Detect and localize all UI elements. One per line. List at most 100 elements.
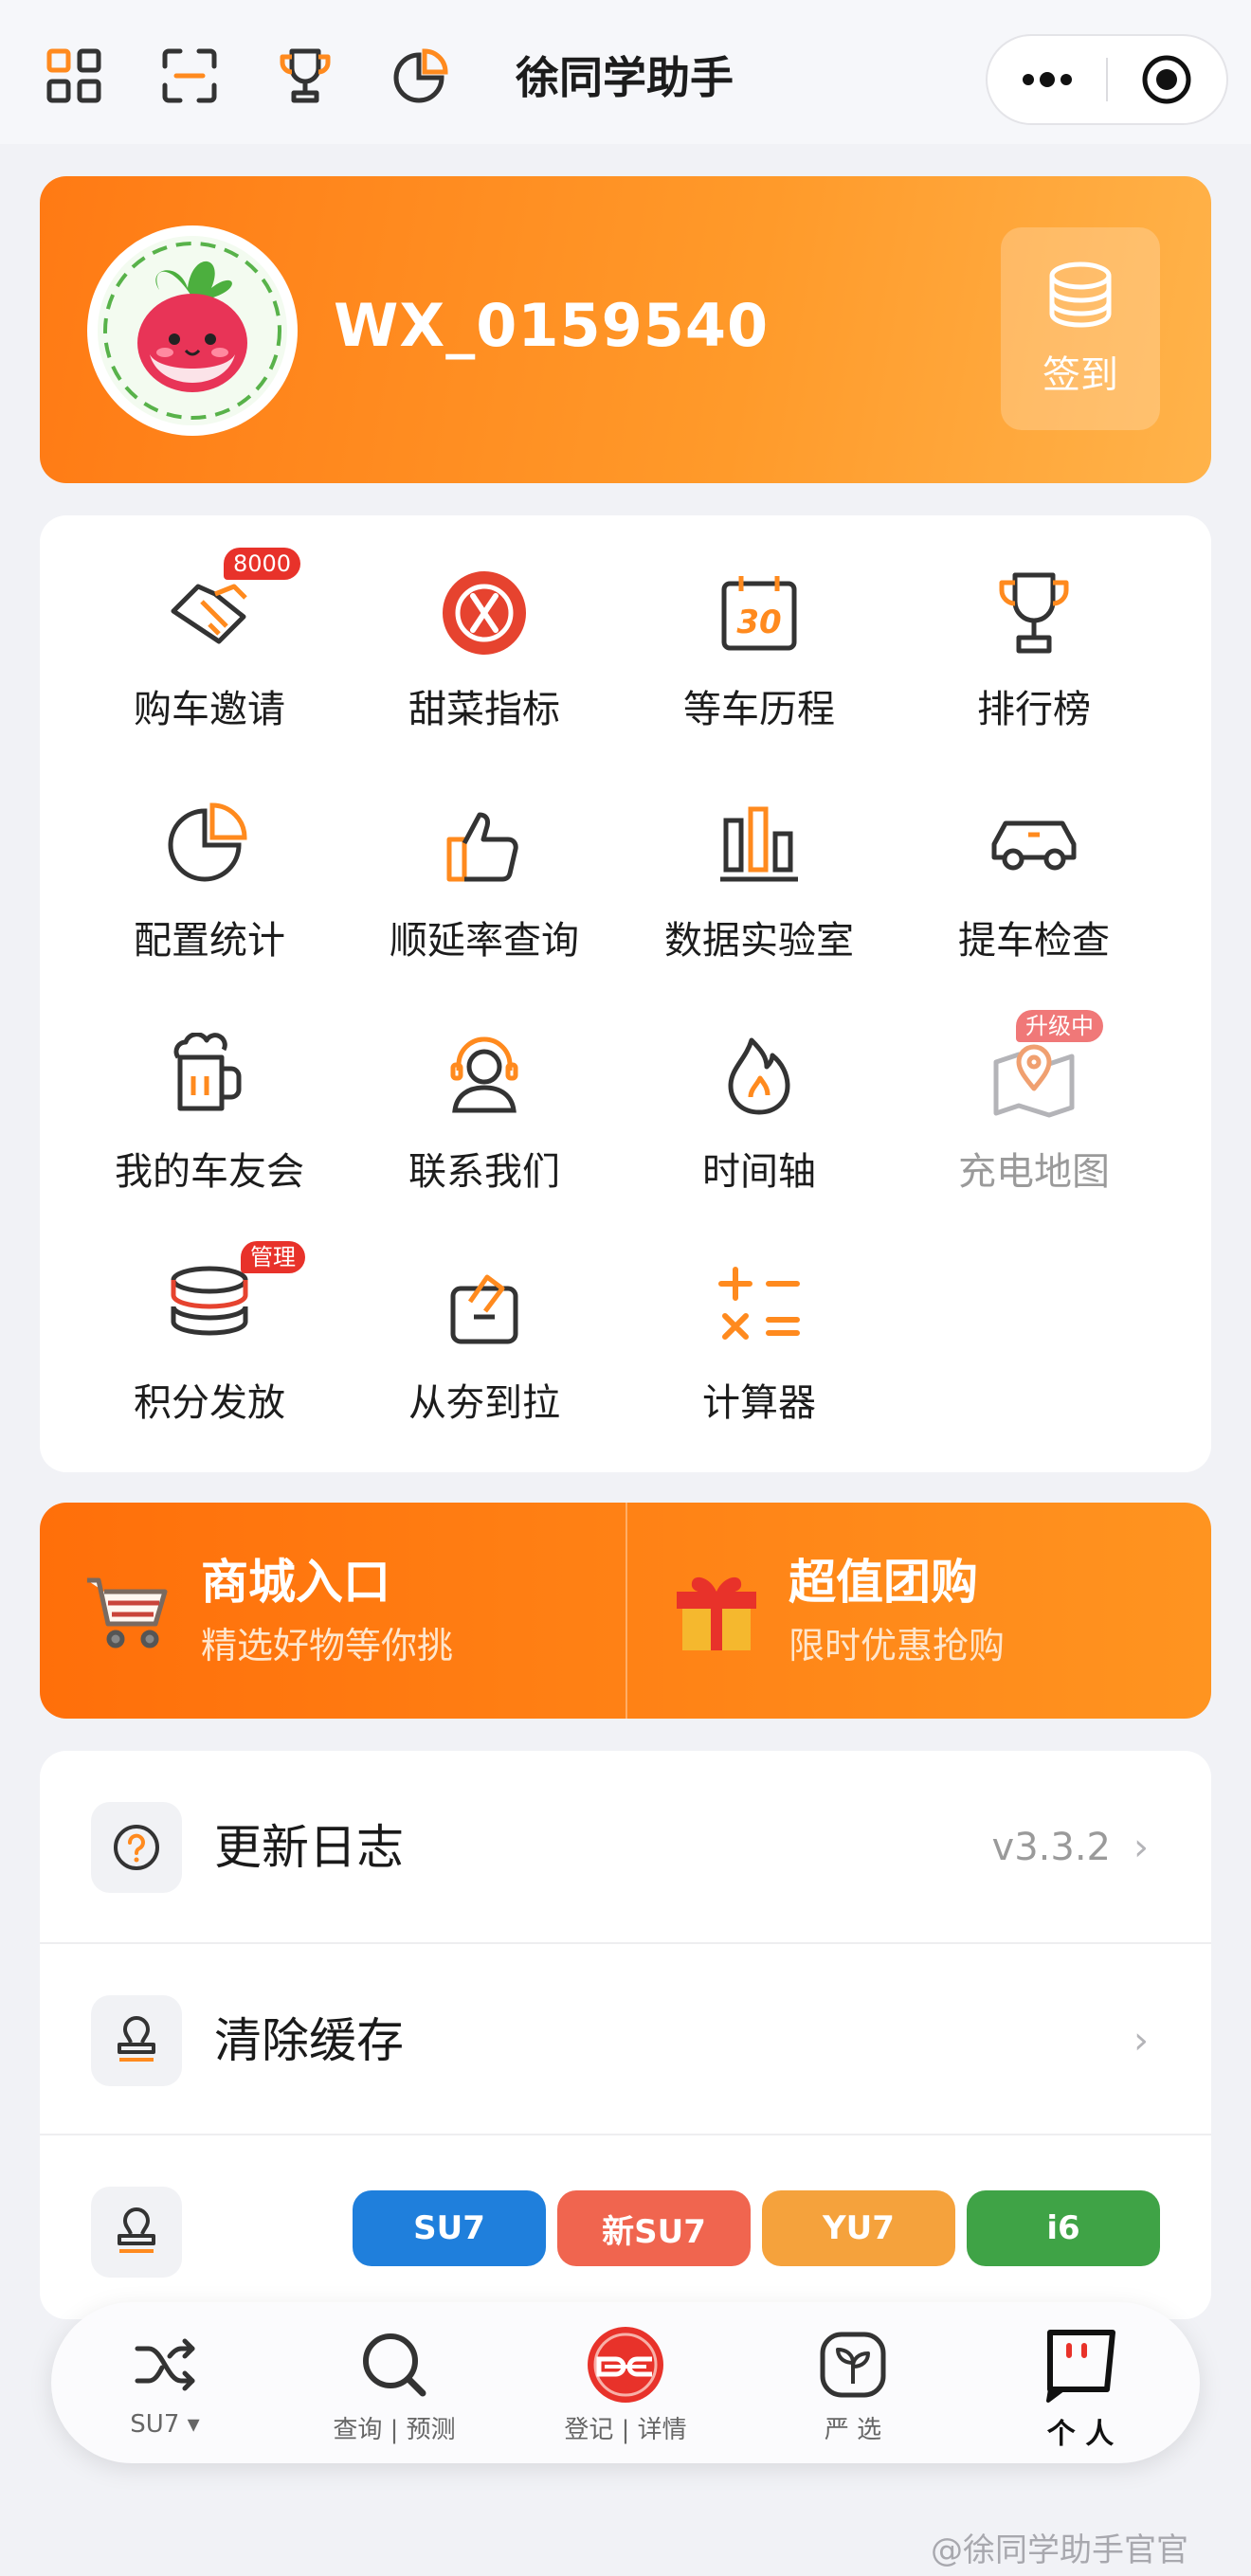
close-miniprogram-button[interactable]: [1108, 34, 1226, 125]
function-grid: 8000 购车邀请 甜菜指标 30 等车历程 排行榜 配置统计 顺延率查询 数据…: [40, 515, 1211, 1472]
model-yu7-button[interactable]: YU7: [762, 2190, 955, 2266]
grid-item-label: 联系我们: [408, 1150, 560, 1194]
tab-model-switch[interactable]: SU7 ▾: [70, 2302, 260, 2463]
tab-register-detail[interactable]: 登记 | 详情: [531, 2302, 720, 2463]
group-buy-banner[interactable]: 超值团购 限时优惠抢购: [626, 1503, 1211, 1719]
trophy-icon[interactable]: [271, 42, 339, 110]
promo-banners: 商城入口 精选好物等你挑 超值团购 限时优惠抢购: [40, 1503, 1211, 1719]
grid-item-charging-map[interactable]: 升级中 充电地图: [897, 1010, 1171, 1213]
changelog-label: 更新日志: [214, 1820, 404, 1875]
beer-mug-icon: [157, 1023, 262, 1127]
more-button[interactable]: [988, 34, 1106, 125]
grid-item-wait-history[interactable]: 30 等车历程: [622, 561, 897, 750]
grid-item-timeline[interactable]: 时间轴: [622, 1023, 897, 1213]
grid-item-label: 充电地图: [958, 1150, 1110, 1194]
tab-query-predict[interactable]: 查询 | 预测: [299, 2302, 489, 2463]
more-dots-icon: [1022, 72, 1072, 87]
trophy-icon: [982, 561, 1086, 665]
grid-item-points-issue[interactable]: 管理 积分发放: [72, 1241, 347, 1444]
top-bar: 徐同学助手: [0, 0, 1251, 144]
car-icon: [982, 792, 1086, 896]
logo-icon: [586, 2325, 665, 2405]
shopping-cart-icon: [83, 1565, 174, 1656]
grid-item-label: 积分发放: [134, 1381, 285, 1425]
shuffle-icon: [125, 2325, 205, 2405]
upgrading-badge: 升级中: [1016, 1010, 1103, 1042]
pie-chart-icon: [157, 792, 262, 896]
task-card-icon: [432, 1254, 536, 1359]
checkin-button[interactable]: 签到: [1001, 227, 1160, 430]
banner-title: 商城入口: [201, 1555, 390, 1610]
x-circle-icon: [432, 561, 536, 665]
grid-item-label: 甜菜指标: [408, 688, 560, 731]
app-title: 徐同学助手: [516, 52, 734, 103]
flame-icon: [707, 1023, 811, 1127]
thumbs-up-icon: [432, 792, 536, 896]
grid-item-tier-ranking[interactable]: 从夯到拉: [347, 1254, 622, 1444]
svg-text:30: 30: [736, 603, 781, 641]
tab-label: 查询 | 预测: [333, 2416, 456, 2444]
search-icon: [354, 2325, 434, 2405]
coins-icon: [1049, 261, 1112, 328]
tab-label: 登记 | 详情: [564, 2416, 687, 2444]
grid-apps-icon[interactable]: [40, 42, 108, 110]
grid-item-leaderboard[interactable]: 排行榜: [897, 561, 1171, 750]
tab-profile[interactable]: 个 人: [986, 2302, 1175, 2463]
grid-item-data-lab[interactable]: 数据实验室: [622, 792, 897, 982]
calculator-icon: [707, 1254, 811, 1359]
grid-item-label: 顺延率查询: [390, 919, 579, 963]
chevron-right-icon: ›: [1133, 1826, 1149, 1869]
clear-cache-label: 清除缓存: [214, 2013, 404, 2068]
grid-item-label: 提车检查: [958, 919, 1110, 963]
grid-item-invite[interactable]: 8000 购车邀请: [72, 548, 347, 750]
model-su7-button[interactable]: SU7: [353, 2190, 546, 2266]
tab-label: SU7 ▾: [130, 2410, 200, 2439]
grid-item-calculator[interactable]: 计算器: [622, 1254, 897, 1444]
grid-item-car-club[interactable]: 我的车友会: [72, 1023, 347, 1213]
banner-subtitle: 限时优惠抢购: [789, 1625, 1006, 1666]
mall-entry-banner[interactable]: 商城入口 精选好物等你挑: [40, 1503, 626, 1719]
tab-label: 严 选: [824, 2416, 882, 2444]
target-icon: [1142, 55, 1191, 104]
grid-item-config-stats[interactable]: 配置统计: [72, 792, 347, 982]
admin-badge: 管理: [241, 1241, 305, 1273]
pie-chart-icon[interactable]: [387, 42, 455, 110]
watermark: @徐同学助手官官: [931, 2531, 1188, 2569]
stamp-icon: [91, 1995, 182, 2086]
grid-item-label: 时间轴: [702, 1150, 816, 1194]
banner-title: 超值团购: [789, 1555, 978, 1610]
profile-face-icon: [1041, 2325, 1120, 2405]
grid-item-beet-index[interactable]: 甜菜指标: [347, 561, 622, 750]
headset-icon: [432, 1023, 536, 1127]
grid-item-label: 配置统计: [134, 919, 285, 963]
model-new-su7-button[interactable]: 新SU7: [557, 2190, 751, 2266]
grid-item-label: 我的车友会: [115, 1150, 304, 1194]
clear-cache-row[interactable]: 清除缓存 ›: [40, 1944, 1211, 2135]
bottom-tab-bar: SU7 ▾ 查询 | 预测 登记 | 详情 严 选 个 人: [51, 2302, 1200, 2463]
grid-item-contact-us[interactable]: 联系我们: [347, 1023, 622, 1213]
question-icon: [91, 1802, 182, 1893]
stamp-icon: [91, 2187, 182, 2278]
grid-item-label: 购车邀请: [134, 688, 285, 731]
bar-chart-icon: [707, 792, 811, 896]
grid-item-label: 排行榜: [977, 688, 1091, 731]
model-i6-button[interactable]: i6: [967, 2190, 1160, 2266]
tab-selection[interactable]: 严 选: [758, 2302, 948, 2463]
sprout-icon: [813, 2325, 893, 2405]
invite-count-badge: 8000: [224, 548, 301, 580]
banner-subtitle: 精选好物等你挑: [201, 1625, 454, 1666]
chevron-right-icon: ›: [1133, 2019, 1149, 2063]
avatar[interactable]: [87, 225, 298, 436]
grid-item-delivery-check[interactable]: 提车检查: [897, 792, 1171, 982]
grid-item-delay-rate[interactable]: 顺延率查询: [347, 792, 622, 982]
changelog-row[interactable]: 更新日志 v3.3.2 ›: [40, 1751, 1211, 1942]
scan-icon[interactable]: [155, 42, 224, 110]
tab-label: 个 人: [1046, 2418, 1115, 2451]
profile-card: WX_0159540 签到: [40, 176, 1211, 483]
calendar-30-icon: 30: [707, 561, 811, 665]
grid-item-label: 计算器: [702, 1381, 816, 1425]
grid-item-label: 等车历程: [683, 688, 835, 731]
grid-item-label: 数据实验室: [664, 919, 854, 963]
username: WX_0159540: [334, 291, 770, 360]
checkin-label: 签到: [1042, 353, 1118, 397]
